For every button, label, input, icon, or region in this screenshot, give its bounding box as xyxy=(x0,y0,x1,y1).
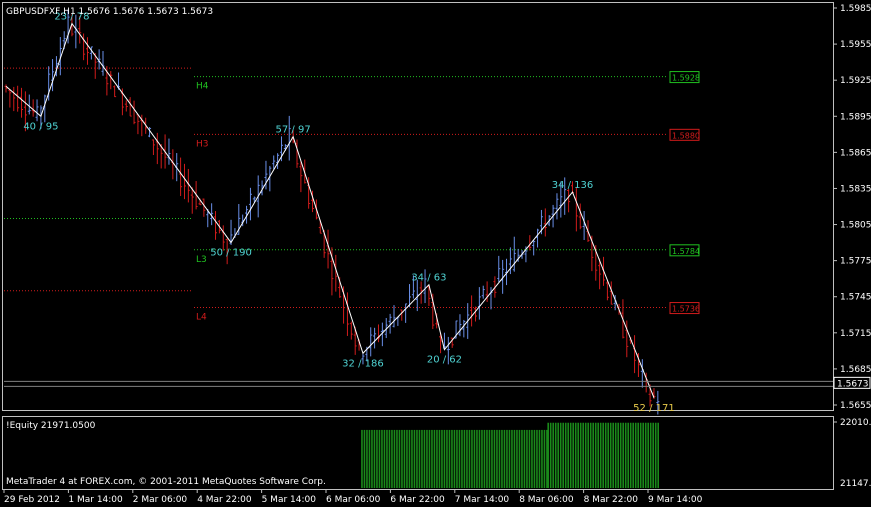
price-tick-label: 1.5985 xyxy=(840,4,871,14)
zigzag-swing-label: 57 / 97 xyxy=(276,125,311,136)
time-tick-label: 7 Mar 14:00 xyxy=(455,495,510,505)
equity-label: !Equity 21971.0500 xyxy=(6,421,96,431)
price-tick-label: 1.5715 xyxy=(840,329,871,339)
zigzag-swing-label: 40 / 95 xyxy=(23,121,58,132)
zigzag-swing-label: 50 / 190 xyxy=(210,248,252,259)
price-tick-label: 1.5685 xyxy=(840,365,871,375)
price-tick-label: 1.5865 xyxy=(840,148,871,158)
level-price-label: 1.5736 xyxy=(672,305,700,314)
time-tick-label: 5 Mar 14:00 xyxy=(262,495,317,505)
time-tick-label: 1 Mar 14:00 xyxy=(68,495,123,505)
level-name-h4: H4 xyxy=(196,82,209,92)
time-tick-label: 9 Mar 14:00 xyxy=(648,495,703,505)
zigzag-swing-label: 34 / 63 xyxy=(411,273,446,284)
level-price-label: 1.5880 xyxy=(672,131,700,140)
price-tick-label: 1.5775 xyxy=(840,257,871,267)
chart-title: GBPUSDFXF,H1 1.5676 1.5676 1.5673 1.5673 xyxy=(6,7,213,17)
equity-axis-top: 22010.28 xyxy=(840,418,871,428)
price-tick-label: 1.5835 xyxy=(840,184,871,194)
price-tick-label: 1.5955 xyxy=(840,40,871,50)
level-price-label: 1.5928 xyxy=(672,74,700,83)
time-tick-label: 2 Mar 06:00 xyxy=(133,495,188,505)
level-name-h3: H3 xyxy=(196,139,209,149)
chart-window[interactable]: H4 1.5928 H3 1.5880 L3 1.5784 L4 1.5736 40 / 95… xyxy=(0,0,871,507)
level-name-l3: L3 xyxy=(196,255,207,265)
zigzag-swing-label: 20 / 62 xyxy=(427,355,462,366)
time-tick-label: 6 Mar 06:00 xyxy=(326,495,381,505)
price-tick-label: 1.5925 xyxy=(840,76,871,86)
copyright-text: MetaTrader 4 at FOREX.com, © 2001-2011 M… xyxy=(6,477,326,487)
time-tick-label: 8 Mar 22:00 xyxy=(584,495,639,505)
zigzag-swing-label: 34 / 136 xyxy=(552,180,594,191)
price-tick-label: 1.5655 xyxy=(840,401,871,411)
time-tick-label: 29 Feb 2012 xyxy=(4,495,60,505)
zigzag-swing-label: 32 / 186 xyxy=(342,358,384,369)
current-price-label: 1.5673 xyxy=(837,379,869,389)
time-tick-label: 8 Mar 06:00 xyxy=(519,495,574,505)
price-tick-label: 1.5805 xyxy=(840,221,871,231)
time-tick-label: 4 Mar 22:00 xyxy=(197,495,252,505)
time-tick-label: 6 Mar 22:00 xyxy=(390,495,445,505)
zigzag-swing-label: 52 / 171 xyxy=(633,403,675,414)
equity-axis-bottom: 21147.24 xyxy=(840,479,871,489)
price-tick-label: 1.5895 xyxy=(840,112,871,122)
level-price-label: 1.5784 xyxy=(672,247,700,256)
level-name-l4: L4 xyxy=(196,313,207,323)
price-tick-label: 1.5745 xyxy=(840,293,871,303)
